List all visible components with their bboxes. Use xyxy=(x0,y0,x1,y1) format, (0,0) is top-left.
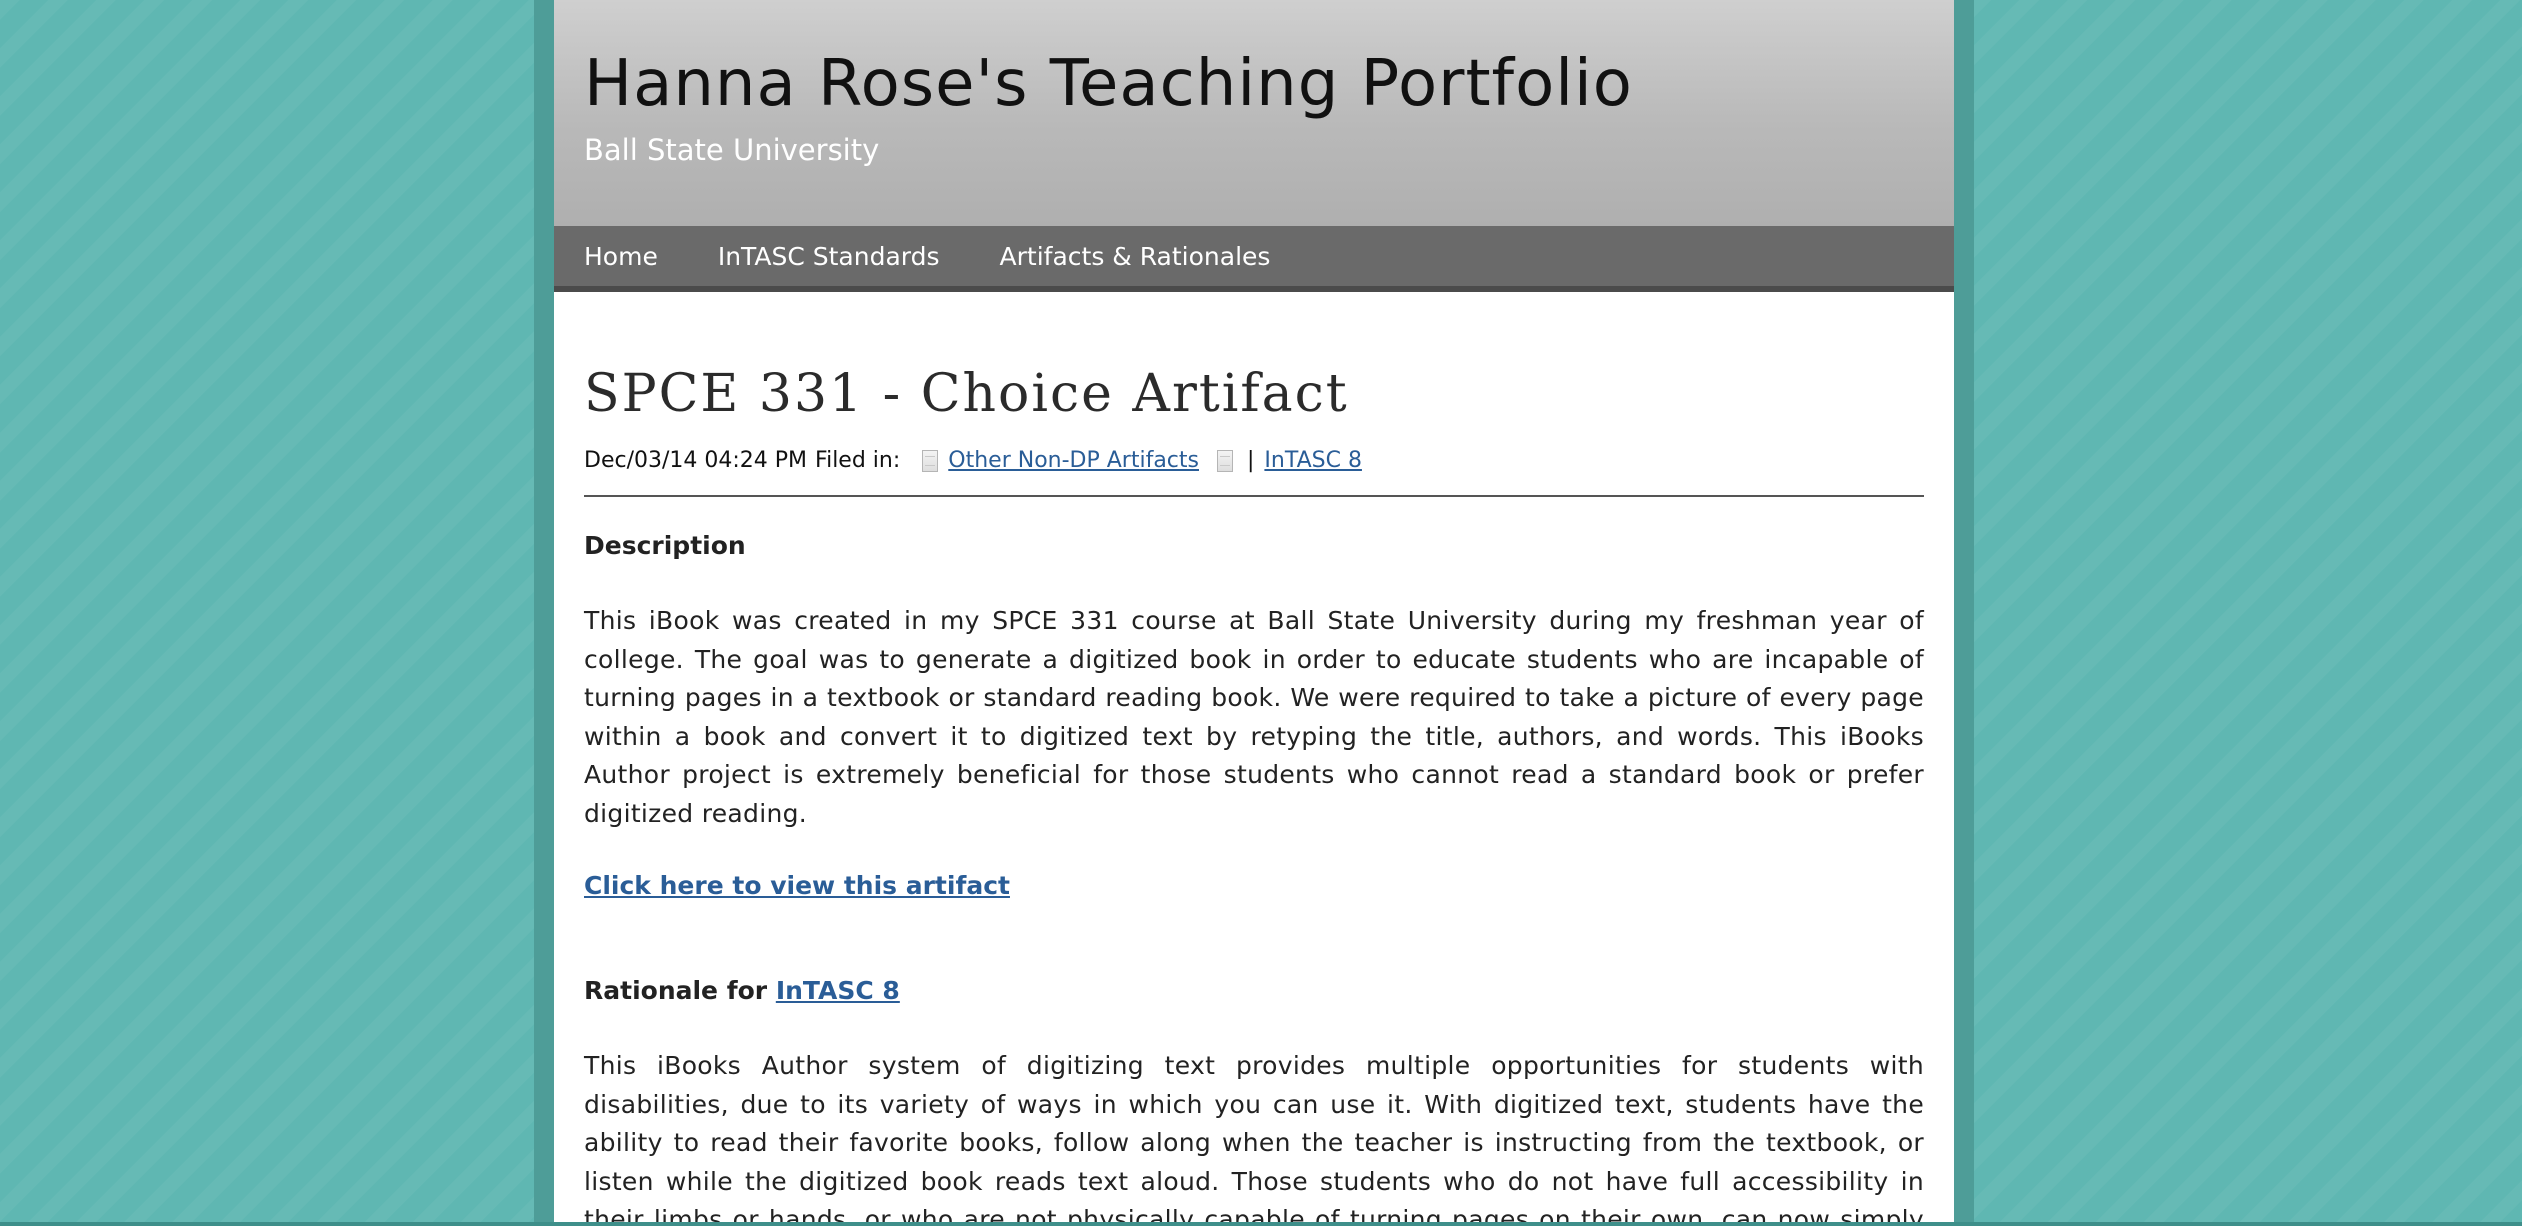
rationale-intasc-link[interactable]: InTASC 8 xyxy=(776,976,900,1005)
post-content: SPCE 331 - Choice Artifact Dec/03/14 04:… xyxy=(554,292,1954,1226)
nav-item-home[interactable]: Home xyxy=(584,244,658,269)
nav-item-artifacts-rationales[interactable]: Artifacts & Rationales xyxy=(1000,244,1271,269)
site-subtitle: Ball State University xyxy=(584,133,880,167)
category-link-other-non-dp[interactable]: Other Non-DP Artifacts xyxy=(948,448,1199,473)
description-text: This iBook was created in my SPCE 331 co… xyxy=(584,606,1924,828)
nav-item-intasc-standards[interactable]: InTASC Standards xyxy=(718,244,940,269)
view-artifact-link[interactable]: Click here to view this artifact xyxy=(584,871,1010,900)
site-header: Hanna Rose's Teaching Portfolio Ball Sta… xyxy=(554,0,1954,226)
page-container: Hanna Rose's Teaching Portfolio Ball Sta… xyxy=(554,0,1954,1226)
rationale-text: This iBooks Author system of digitizing … xyxy=(584,1051,1924,1226)
main-nav: Home InTASC Standards Artifacts & Ration… xyxy=(554,226,1954,292)
category-link-intasc-8[interactable]: InTASC 8 xyxy=(1264,448,1362,473)
document-icon xyxy=(1216,449,1233,472)
document-icon xyxy=(922,449,939,472)
post-title: SPCE 331 - Choice Artifact xyxy=(584,364,1349,424)
rationale-heading: Rationale for InTASC 8 xyxy=(584,976,1924,1005)
bottom-strip xyxy=(0,1222,2522,1226)
category-separator: | xyxy=(1246,448,1255,473)
rationale-prefix: Rationale for xyxy=(584,976,768,1005)
description-heading: Description xyxy=(584,531,746,560)
filed-in-label: Filed in: xyxy=(815,448,901,473)
post-timestamp: Dec/03/14 04:24 PM xyxy=(584,448,808,473)
site-title[interactable]: Hanna Rose's Teaching Portfolio xyxy=(584,52,1633,116)
post-meta: Dec/03/14 04:24 PM Filed in: Other Non-D… xyxy=(584,448,1924,497)
